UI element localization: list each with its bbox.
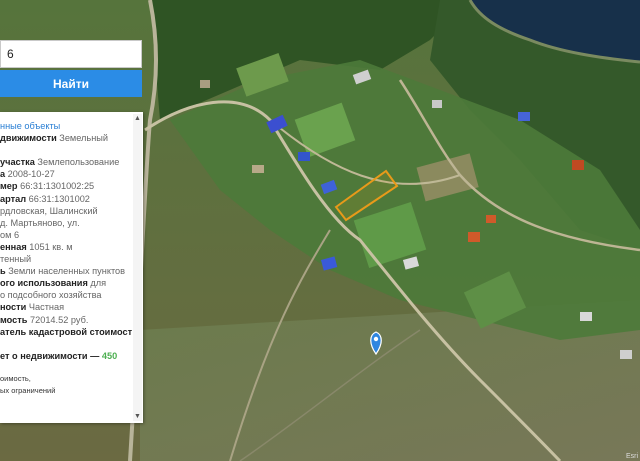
info-label: движимости (0, 133, 57, 144)
info-row: ом 6 (0, 229, 132, 241)
house-roof (518, 112, 530, 121)
house-roof (298, 152, 310, 161)
info-row: рдловская, Шалинский (0, 205, 132, 217)
info-value: 66:31:1301002:25 (17, 181, 95, 192)
info-row: ь Земли населенных пунктов (0, 265, 132, 277)
info-row (0, 144, 132, 156)
scroll-up-icon[interactable]: ▲ (133, 114, 142, 123)
house-roof (572, 160, 584, 170)
info-row: мость 72014.52 руб. (0, 314, 132, 326)
info-value: Земельный (56, 133, 109, 144)
info-value: 1051 кв. м (26, 241, 73, 252)
info-value: д. Мартьяново, ул. (0, 217, 80, 228)
info-row: артал 66:31:1301002 (0, 193, 132, 205)
info-label: ого использования (0, 278, 88, 289)
report-row[interactable]: ет о недвижимости — 450 (0, 350, 132, 362)
info-label: мер (0, 181, 18, 192)
info-value: о подсобного хозяйства (0, 290, 102, 301)
info-row: тенный (0, 253, 132, 265)
info-row: а 2008-10-27 (0, 168, 132, 180)
property-info-content: нные объекты движимости Земельный участк… (0, 120, 132, 398)
info-row: ого использования для (0, 277, 132, 289)
report-price: 450 (101, 350, 118, 361)
info-label: участка (0, 157, 35, 168)
property-info-panel: нные объекты движимости Земельный участк… (0, 112, 143, 423)
info-row: д. Мартьяново, ул. (0, 217, 132, 229)
info-value: рдловская, Шалинский (0, 205, 98, 216)
info-row: о подсобного хозяйства (0, 289, 132, 301)
house-roof (252, 165, 264, 173)
house-roof (486, 215, 496, 223)
panel-header[interactable]: нные объекты (0, 120, 132, 132)
info-label: енная (0, 241, 27, 252)
info-value: для (87, 278, 107, 289)
info-row: атель кадастровой стоимости (0, 326, 132, 338)
info-row: мер 66:31:1301002:25 (0, 180, 132, 192)
search-button[interactable]: Найти (0, 70, 142, 97)
panel-scrollbar[interactable]: ▲ ▼ (133, 114, 142, 421)
info-row: движимости Земельный (0, 132, 132, 144)
info-label: мость (0, 314, 28, 325)
info-value: 2008-10-27 (5, 169, 55, 180)
cadastral-search-input[interactable] (0, 40, 142, 68)
info-value: тенный (0, 254, 32, 265)
report-label: ет о недвижимости — (0, 350, 100, 361)
info-value: 72014.52 руб. (27, 314, 89, 325)
info-value: 66:31:1301002 (26, 193, 90, 204)
house-roof (200, 80, 210, 88)
info-row: участка Землепользование (0, 156, 132, 168)
house-roof (580, 312, 592, 321)
info-value: Землепользование (34, 157, 120, 168)
footnote: ых ограничений (0, 386, 56, 396)
house-roof (620, 350, 632, 359)
info-value: Земли населенных пунктов (5, 266, 126, 277)
info-row: енная 1051 кв. м (0, 241, 132, 253)
house-roof (432, 100, 442, 108)
info-value: Частная (26, 302, 65, 313)
scroll-down-icon[interactable]: ▼ (133, 412, 142, 421)
info-label: атель кадастровой стоимости (0, 326, 132, 337)
info-value: ом 6 (0, 229, 20, 240)
info-label: артал (0, 193, 27, 204)
map-copyright: Esri (625, 453, 638, 460)
house-roof (468, 232, 480, 242)
info-row: ности Частная (0, 301, 132, 313)
info-label: ности (0, 302, 27, 313)
search-panel: Найти (0, 40, 142, 97)
footnote: оимость, (0, 373, 31, 383)
